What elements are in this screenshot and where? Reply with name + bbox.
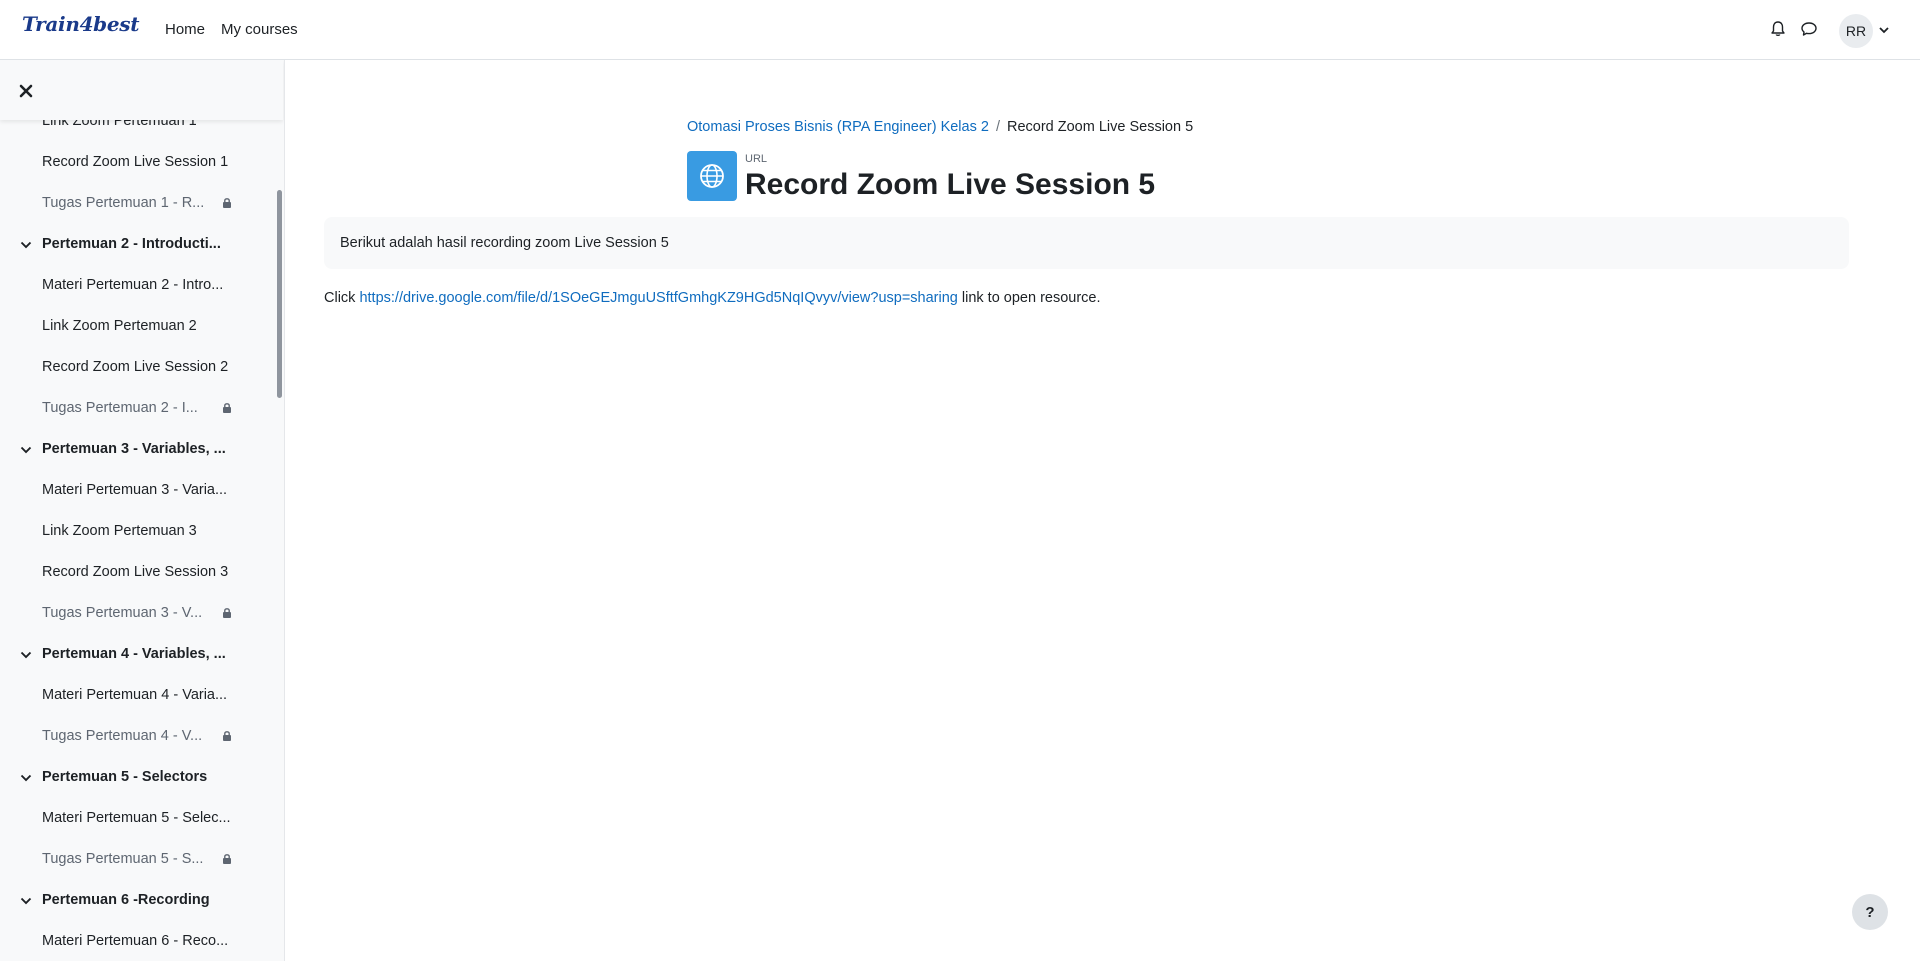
drawer-activity[interactable]: Materi Pertemuan 3 - Varia... (0, 470, 270, 511)
page-title: Record Zoom Live Session 5 (745, 168, 1156, 201)
drawer-activity[interactable]: Record Zoom Live Session 2 (0, 347, 270, 388)
lock-icon (223, 608, 231, 618)
drawer-activity[interactable]: Tugas Pertemuan 4 - V... (0, 716, 270, 757)
drawer-activity[interactable]: Link Zoom Pertemuan 2 (0, 306, 270, 347)
drawer-section[interactable]: Pertemuan 6 -Recording (0, 880, 270, 921)
help-button[interactable]: ? (1852, 894, 1888, 930)
drawer-item-label: Pertemuan 4 - Variables, ... (42, 646, 226, 662)
breadcrumb-separator: / (995, 119, 1000, 135)
drawer-item-label: Pertemuan 5 - Selectors (42, 769, 208, 785)
drawer-item-label: Materi Pertemuan 3 - Varia... (42, 482, 228, 498)
drawer-section[interactable]: Pertemuan 5 - Selectors (0, 757, 270, 798)
nav-my-courses-link[interactable]: My courses (221, 21, 298, 38)
lock-icon (223, 198, 231, 208)
drawer-item-label: Link Zoom Pertemuan 3 (42, 523, 197, 539)
drawer-activity[interactable]: Record Zoom Live Session 3 (0, 552, 270, 593)
drawer-item-label: Materi Pertemuan 4 - Varia... (42, 687, 228, 703)
drawer-section[interactable]: Pertemuan 2 - Introducti... (0, 224, 270, 265)
drawer-item-label: Pertemuan 3 - Variables, ... (42, 441, 226, 457)
drawer-item-label: Record Zoom Live Session 3 (42, 564, 229, 580)
user-avatar[interactable]: RR (1839, 14, 1873, 48)
drawer-item-label: Pertemuan 6 -Recording (42, 892, 210, 908)
drawer-item-label: Tugas Pertemuan 5 - S... (42, 851, 204, 867)
drawer-activity[interactable]: Tugas Pertemuan 5 - S... (0, 839, 270, 880)
drawer-section[interactable]: Pertemuan 4 - Variables, ... (0, 634, 270, 675)
lock-icon (223, 403, 231, 413)
drawer-item-label: Tugas Pertemuan 4 - V... (42, 728, 203, 744)
intro-text: Berikut adalah hasil recording zoom Live… (340, 235, 669, 251)
drawer-activity[interactable]: Materi Pertemuan 6 - Reco... (0, 921, 270, 961)
nav-home-link[interactable]: Home (165, 21, 205, 38)
chevron-down-icon[interactable] (20, 650, 32, 660)
bell-icon[interactable] (1768, 19, 1788, 39)
chevron-down-icon[interactable] (20, 896, 32, 906)
module-type-label: URL (745, 153, 768, 165)
drawer-activity[interactable]: Link Zoom Pertemuan 3 (0, 511, 270, 552)
drawer-activity[interactable]: Materi Pertemuan 2 - Intro... (0, 265, 270, 306)
chevron-down-icon[interactable] (20, 773, 32, 783)
drawer-scrollbar[interactable] (277, 190, 282, 398)
drawer-item-label: Tugas Pertemuan 1 - R... (42, 195, 205, 211)
drawer-item-label: Materi Pertemuan 6 - Reco... (42, 933, 229, 949)
chevron-down-icon[interactable] (20, 445, 32, 455)
breadcrumb: Otomasi Proses Bisnis (RPA Engineer) Kel… (687, 119, 1193, 135)
drawer-item-label: Record Zoom Live Session 1 (42, 154, 229, 170)
drawer-item-label: Pertemuan 2 - Introducti... (42, 236, 221, 252)
lock-icon (223, 854, 231, 864)
drawer-item-label: Materi Pertemuan 5 - Selec... (42, 810, 231, 826)
resource-prefix: Click (324, 290, 356, 306)
close-icon[interactable] (18, 83, 34, 99)
chevron-down-icon[interactable] (1878, 24, 1890, 36)
drawer-item-label: Tugas Pertemuan 3 - V... (42, 605, 203, 621)
site-logo[interactable]: Train4best (22, 12, 139, 36)
drawer-item-label: Link Zoom Pertemuan 2 (42, 318, 197, 334)
resource-suffix: link to open resource. (961, 290, 1101, 306)
drawer-activity[interactable]: Tugas Pertemuan 1 - R... (0, 183, 270, 224)
breadcrumb-course-link[interactable]: Otomasi Proses Bisnis (RPA Engineer) Kel… (687, 119, 989, 135)
drawer-item-label: Materi Pertemuan 2 - Intro... (42, 277, 224, 293)
drawer-activity[interactable]: Tugas Pertemuan 3 - V... (0, 593, 270, 634)
drawer-activity[interactable]: Materi Pertemuan 5 - Selec... (0, 798, 270, 839)
drawer-item-label: Tugas Pertemuan 2 - I... (42, 400, 198, 416)
breadcrumb-current: Record Zoom Live Session 5 (1006, 119, 1194, 135)
drawer-section[interactable]: Pertemuan 3 - Variables, ... (0, 429, 270, 470)
drawer-item-label: Record Zoom Live Session 2 (42, 359, 229, 375)
course-index-drawer: Link Zoom Pertemuan 1 Record Zoom Live Se… (0, 60, 285, 961)
url-module-icon (687, 151, 737, 201)
resource-url-link[interactable]: https://drive.google.com/file/d/1SOeGEJm… (359, 290, 957, 306)
lock-icon (223, 731, 231, 741)
drawer-activity[interactable]: Materi Pertemuan 4 - Varia... (0, 675, 270, 716)
globe-icon (700, 164, 724, 188)
drawer-activity[interactable]: Record Zoom Live Session 1 (0, 142, 270, 183)
top-navbar: Train4best Home My courses RR (0, 0, 1920, 60)
chevron-down-icon[interactable] (20, 240, 32, 250)
intro-box: Berikut adalah hasil recording zoom Live… (324, 217, 1849, 269)
resource-line: Click https://drive.google.com/file/d/1S… (324, 290, 1101, 306)
drawer-header (0, 60, 283, 120)
drawer-activity[interactable]: Tugas Pertemuan 2 - I... (0, 388, 270, 429)
message-icon[interactable] (1799, 19, 1819, 39)
